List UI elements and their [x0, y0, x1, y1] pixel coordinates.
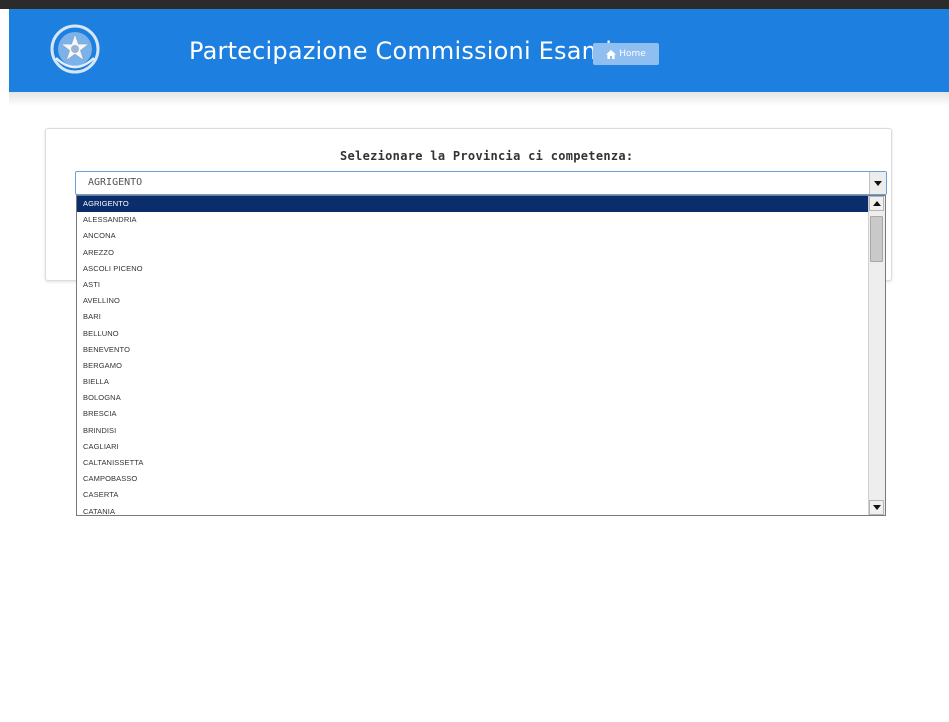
province-option[interactable]: BELLUNO	[77, 326, 869, 342]
scrollbar-thumb[interactable]	[870, 216, 883, 262]
province-option[interactable]: AGRIGENTO	[77, 196, 869, 213]
province-options: AGRIGENTO ALESSANDRIA ANCONA AREZZO ASCOLI P…	[77, 196, 869, 515]
province-option[interactable]: ASCOLI PICENO	[77, 261, 869, 277]
province-option[interactable]: AVELLINO	[77, 293, 869, 309]
window-top-bar	[0, 0, 949, 9]
home-button[interactable]: Home	[593, 43, 659, 65]
province-dropdown-list[interactable]: AGRIGENTO ALESSANDRIA ANCONA AREZZO ASCOLI P…	[76, 195, 886, 516]
province-option[interactable]: BOLOGNA	[77, 390, 869, 406]
province-select-value: AGRIGENTO	[88, 177, 143, 188]
scroll-down-arrow-icon[interactable]	[869, 500, 884, 515]
scroll-up-arrow-icon[interactable]	[869, 196, 884, 211]
province-prompt: Selezionare la Provincia ci competenza:	[340, 149, 634, 163]
province-option[interactable]: CAGLIARI	[77, 439, 869, 455]
home-icon	[606, 49, 617, 59]
province-option[interactable]: BRESCIA	[77, 406, 869, 422]
dropdown-scrollbar[interactable]	[868, 196, 885, 515]
province-option[interactable]: CASERTA	[77, 487, 869, 503]
header-shadow	[9, 92, 949, 106]
province-option[interactable]: ASTI	[77, 277, 869, 293]
province-option[interactable]: BIELLA	[77, 374, 869, 390]
province-option[interactable]: CATANIA	[77, 504, 869, 515]
province-option[interactable]: BERGAMO	[77, 358, 869, 374]
province-select[interactable]: AGRIGENTO	[75, 171, 887, 195]
province-option[interactable]: ALESSANDRIA	[77, 212, 869, 228]
province-option[interactable]: BENEVENTO	[77, 342, 869, 358]
home-button-label: Home	[619, 49, 646, 59]
app-title: Partecipazione Commissioni Esami	[189, 37, 613, 65]
province-option[interactable]: CAMPOBASSO	[77, 471, 869, 487]
province-option[interactable]: BARI	[77, 309, 869, 325]
province-option[interactable]: AREZZO	[77, 245, 869, 261]
app-header: Partecipazione Commissioni Esami Home	[9, 9, 949, 92]
province-option[interactable]: CALTANISSETTA	[77, 455, 869, 471]
province-option[interactable]: BRINDISI	[77, 423, 869, 439]
chevron-down-icon[interactable]	[869, 172, 886, 194]
italian-republic-emblem-icon	[50, 22, 100, 76]
province-option[interactable]: ANCONA	[77, 228, 869, 244]
